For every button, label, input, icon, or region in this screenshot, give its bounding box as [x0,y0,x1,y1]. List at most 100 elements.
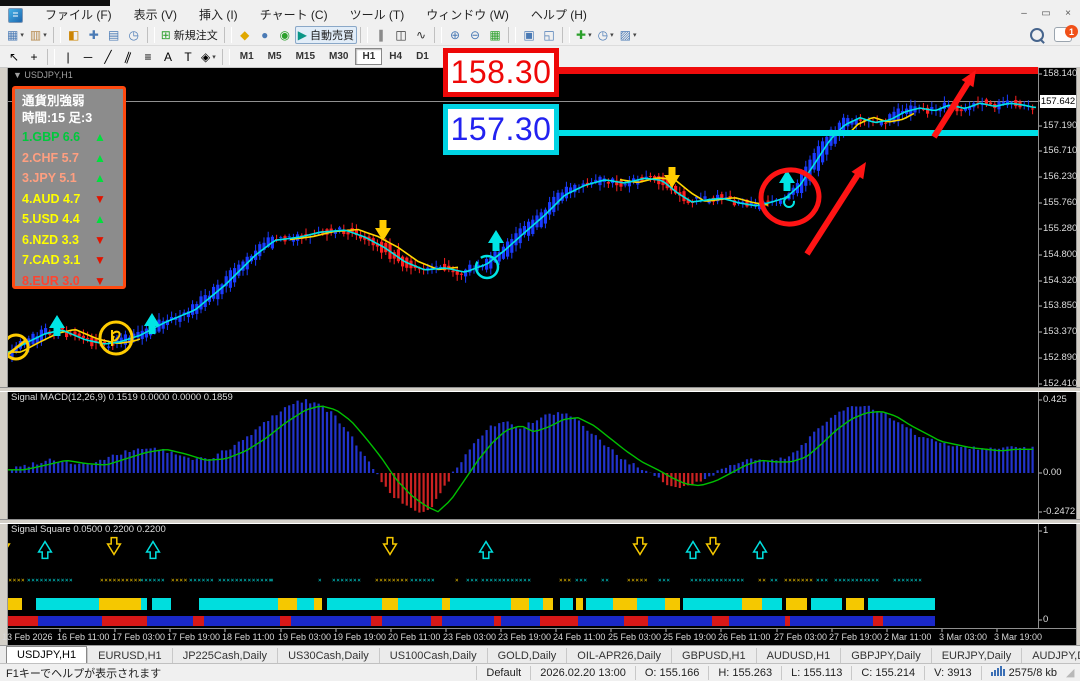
macd-axis-label: -0.2472 [1043,506,1076,517]
tab-eurusd-h1[interactable]: EURUSD,H1 [87,648,172,664]
status-connection: 2575/8 kb [980,666,1066,680]
tab-eurjpy-daily[interactable]: EURJPY,Daily [930,648,1022,664]
timeframe-m1[interactable]: M1 [233,48,261,65]
menu-item-charts[interactable]: チャート (C) [260,8,328,22]
terminal-button[interactable]: ▤ [104,26,124,44]
time-axis-separator [7,628,1076,629]
menu-item-view[interactable]: 表示 (V) [134,8,177,22]
strength-text: 6.NZD 3.3 [22,232,79,247]
toolbar-separator [52,26,61,43]
fibonacci-button[interactable]: ≡ [138,48,158,66]
new-chart-button[interactable]: ▦ ▾ [4,26,27,44]
support-price-note: 157.30 [443,104,559,155]
globe-button[interactable]: ◉ [275,26,295,44]
panel-splitter-square[interactable] [0,519,1080,524]
square-indicator-label: Signal Square 0.0500 0.2200 0.2200 [11,524,166,535]
menu-item-tools[interactable]: ツール (T) [350,8,405,22]
templates-button[interactable]: ▨ ▾ [617,26,640,44]
panel-splitter-macd[interactable] [0,387,1080,392]
auto-trading-button[interactable]: ▶ 自動売買 [294,25,358,44]
arrange-button[interactable]: ▣ [519,26,539,44]
periods-button[interactable]: ◷ ▾ [595,26,617,44]
tab-gbpusd-h1[interactable]: GBPUSD,H1 [671,648,756,664]
text-button[interactable]: A [158,48,178,66]
tab-us100cash-daily[interactable]: US100Cash,Daily [378,648,487,664]
tester-button[interactable]: ◷ [124,26,144,44]
horizontal-line-button[interactable]: ─ [78,48,98,66]
tab-audusd-h1[interactable]: AUDUSD,H1 [755,648,841,664]
price-axis-label: 156.230 [1043,171,1078,182]
timeframe-h4[interactable]: H4 [382,48,409,65]
auto-trading-icon: ▶ [297,27,308,42]
up-arrow-icon: ▲ [94,150,106,165]
resize-grip[interactable]: ◢ [1066,666,1080,680]
lamp-button[interactable]: ◆ [235,26,255,44]
menu-item-insert[interactable]: 挿入 (I) [199,8,238,22]
restore-button[interactable]: ▭ [1040,7,1052,21]
toolbar-separator [221,48,230,65]
tab-oil-apr26-daily[interactable]: OIL-APR26,Daily [566,648,671,664]
zoom-out-button[interactable]: ⊖ [465,26,485,44]
current-price-tag: 157.642 [1040,95,1076,108]
tab-jp225cash-daily[interactable]: JP225Cash,Daily [171,648,277,664]
cursor-button[interactable]: ↖ [4,48,24,66]
strength-row-jpy: 3.JPY 5.1 ▲ [22,168,123,189]
channel-button[interactable]: ∥ [118,48,138,66]
dock-button[interactable]: ◱ [539,26,559,44]
chart-line-button[interactable]: ∿ [411,26,431,44]
up-arrow-icon: ▲ [94,212,106,227]
chevron-down-icon: ▾ [610,31,614,39]
indicators-button[interactable]: ✚ ▾ [573,26,595,44]
chart-line-icon: ∿ [415,27,427,42]
app-icon: ≣ [8,7,23,23]
menu-item-file[interactable]: ファイル (F) [45,8,112,22]
market-watch-button[interactable]: ◧ [64,26,84,44]
chart-candles-button[interactable]: ◫ [391,26,411,44]
tab-audjpy-daily[interactable]: AUDJPY,Daily [1021,648,1080,664]
tab-gbpjpy-daily[interactable]: GBPJPY,Daily [840,648,931,664]
profiles-button[interactable]: ▥ ▾ [27,26,50,44]
strength-row-cad: 7.CAD 3.1 ▼ [22,250,123,271]
time-axis-label: 17 Feb 19:00 [167,632,221,642]
chart-candles-icon: ◫ [395,27,407,42]
down-arrow-icon: ▼ [94,232,106,247]
vertical-line-button[interactable]: | [58,48,78,66]
notifications-icon[interactable]: 1 [1054,25,1078,42]
timeframe-d1[interactable]: D1 [409,48,436,65]
market-watch-icon: ◧ [68,27,80,42]
strength-row-usd: 5.USD 4.4 ▲ [22,209,123,230]
chart-bars-button[interactable]: ∥ [371,26,391,44]
navigator-button[interactable]: ✚ [84,26,104,44]
tab-usdjpy-h1[interactable]: USDJPY,H1 [6,646,88,664]
trendline-button[interactable]: ╱ [98,48,118,66]
timeframe-m15[interactable]: M15 [289,48,322,65]
menu-item-window[interactable]: ウィンドウ (W) [426,8,509,22]
timeframe-h1[interactable]: H1 [355,48,383,65]
strength-row-nzd: 6.NZD 3.3 ▼ [22,230,123,251]
resistance-price-note: 158.30 [443,48,559,97]
menu-bar: ≣ ファイル (F) 表示 (V) 挿入 (I) チャート (C) ツール (T) ウィン… [0,6,1080,24]
tab-gold-daily[interactable]: GOLD,Daily [486,648,567,664]
time-axis-label: 27 Feb 19:00 [829,632,883,642]
shapes-button[interactable]: ◈ ▾ [198,48,219,66]
timeframe-m30[interactable]: M30 [322,48,355,65]
timeframe-m5[interactable]: M5 [261,48,289,65]
menu-item-help[interactable]: ヘルプ (H) [531,8,587,22]
close-button[interactable]: × [1062,7,1074,21]
new-order-button[interactable]: ⊞ 新規注文 [158,26,221,44]
time-axis-label: 3 Mar 19:00 [994,632,1043,642]
expert-button[interactable]: ● [255,26,275,44]
minimize-button[interactable]: – [1018,7,1030,21]
down-arrow-icon: ▼ [94,273,106,288]
crosshair-button[interactable]: + [24,48,44,66]
search-icon[interactable] [1030,27,1044,42]
status-fields: 2026.02.20 13:00 O: 155.166 H: 155.263 L: 1… [530,666,980,680]
status-profile[interactable]: Default [476,666,530,680]
tile-windows-button[interactable]: ▦ [485,26,505,44]
time-axis-label: 19 Feb 19:00 [333,632,387,642]
chart-left-frame [0,68,8,645]
label-button[interactable]: T [178,48,198,66]
zoom-in-button[interactable]: ⊕ [445,26,465,44]
tab-us30cash-daily[interactable]: US30Cash,Daily [277,648,379,664]
shapes-icon: ◈ [201,49,211,64]
